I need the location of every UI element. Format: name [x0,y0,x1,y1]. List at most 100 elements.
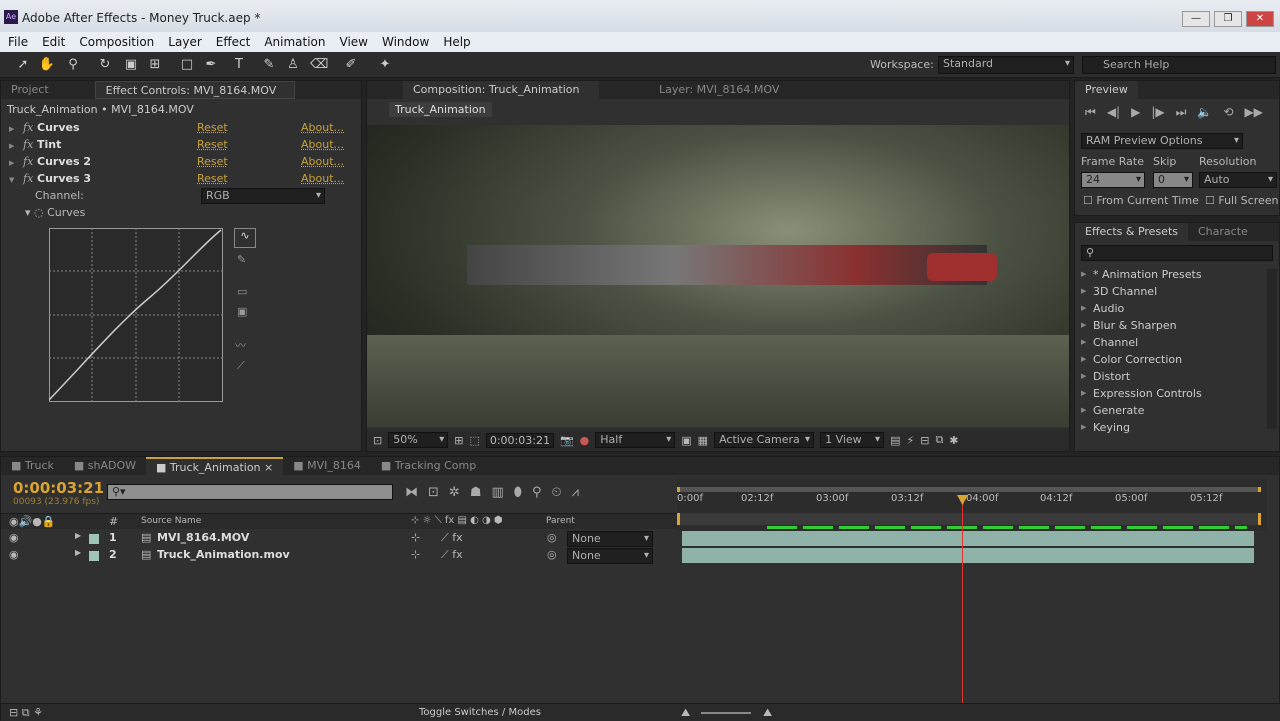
zoom-out-icon[interactable]: ⛰ [681,706,690,720]
restore-button[interactable]: ❐ [1214,11,1242,27]
work-area-bar[interactable] [677,513,1261,525]
effect-curves-3[interactable]: ▼ fx Curves 3 Reset About... [9,172,349,189]
comp-flowchart-toggle-icon[interactable]: ⊟ ⧉ ⚘ [9,706,43,720]
tab-preview[interactable]: Preview [1075,81,1138,99]
timeline-icon[interactable]: ⊟ [920,434,929,447]
parent-select[interactable]: None [567,531,653,547]
from-current-time-checkbox[interactable]: ☐ From Current Time [1083,194,1199,207]
full-screen-checkbox[interactable]: ☐ Full Screen [1205,194,1278,207]
frame-rate-select[interactable]: 24 [1081,172,1145,188]
layer-bar[interactable] [682,531,1254,546]
camera-select[interactable]: Active Camera [714,432,815,448]
composition-viewer[interactable] [367,125,1069,427]
about-link[interactable]: About... [301,121,344,134]
color-channels-icon[interactable]: ● [580,434,590,447]
current-time[interactable]: 0:00:03:21 [13,479,104,497]
col-source-name[interactable]: Source Name [141,516,201,526]
comp-breadcrumb[interactable]: Truck_Animation [389,102,492,117]
resolution-select[interactable]: Half [595,432,676,448]
layer-bar[interactable] [682,548,1254,563]
minimize-button[interactable]: — [1182,11,1210,27]
brainstorm-icon[interactable]: ⚲ [532,485,542,500]
pen-tool-icon[interactable]: ✒ [202,56,220,74]
resolution-select[interactable]: Auto [1199,172,1277,188]
tab-truck[interactable]: ■ Truck [1,457,64,475]
time-ruler[interactable]: 0:00f 02:12f 03:00f 03:12f 04:00f 04:12f 05:00… [677,479,1267,531]
tab-composition[interactable]: Composition: Truck_Animation [403,81,599,99]
live-update-icon[interactable]: ⊡ [428,485,439,500]
audio-icon[interactable]: 🔈 [1197,105,1212,120]
play-icon[interactable]: ▶ [1131,105,1140,120]
ram-preview-icon[interactable]: ▶▶ [1244,105,1262,120]
about-link[interactable]: About... [301,138,344,151]
auto-keyframe-icon[interactable]: ⏲ [551,485,561,500]
composition-mini-flowchart-icon[interactable]: ⧓ [405,485,418,500]
effect-tint[interactable]: ▶ fx Tint Reset About... [9,138,349,155]
stamp-tool-icon[interactable]: ♙ [284,56,302,74]
ram-preview-options-select[interactable]: RAM Preview Options [1081,133,1243,149]
region-icon[interactable]: ⊡ [373,434,382,447]
layer-row[interactable]: ◉ ▶ 1 ▤ MVI_8164.MOV ⊹ ⟋ fx ◎ None [1,531,677,548]
list-item[interactable]: Color Correction [1077,351,1263,368]
tab-tracking-comp[interactable]: ■ Tracking Comp [371,457,486,475]
shy-layers-icon[interactable]: ☗ [470,485,482,500]
list-item[interactable]: 3D Channel [1077,283,1263,300]
tab-truck-animation[interactable]: ■ Truck_Animation × [146,457,284,475]
motion-blur-icon[interactable]: ⬮ [514,485,522,500]
transparency-grid-icon[interactable]: ▦ [698,434,708,447]
prev-frame-icon[interactable]: ◀| [1107,105,1120,120]
snapshot-icon[interactable]: 📷 [560,434,574,447]
scrollbar[interactable] [1267,269,1277,429]
rotate-tool-icon[interactable]: ↻ [96,56,114,74]
effect-curves-2[interactable]: ▶ fx Curves 2 Reset About... [9,155,349,172]
tab-layer[interactable]: Layer: MVI_8164.MOV [649,81,789,99]
camera-tool-icon[interactable]: ▣ [122,56,140,74]
list-item[interactable]: Expression Controls [1077,385,1263,402]
list-item[interactable]: Blur & Sharpen [1077,317,1263,334]
tab-shadow[interactable]: ■ shADOW [64,457,146,475]
menu-animation[interactable]: Animation [264,35,325,49]
menu-help[interactable]: Help [443,35,470,49]
pencil-icon[interactable]: ✎ [237,253,246,266]
skip-select[interactable]: 0 [1153,172,1193,188]
list-item[interactable]: Keying [1077,419,1263,436]
menu-layer[interactable]: Layer [168,35,201,49]
graph-editor-icon[interactable]: ⩘ [572,485,579,500]
flowchart-icon[interactable]: ⧉ [935,433,943,447]
menu-effect[interactable]: Effect [216,35,251,49]
menu-view[interactable]: View [340,35,368,49]
layer-row[interactable]: ◉ ▶ 2 ▤ Truck_Animation.mov ⊹ ⟋ fx ◎ None [1,548,677,565]
next-frame-icon[interactable]: |▶ [1151,105,1164,120]
brush-tool-icon[interactable]: ✎ [260,56,278,74]
curves-graph[interactable] [49,228,223,402]
hand-tool-icon[interactable]: ✋ [38,56,56,74]
frame-blending-icon[interactable]: ▥ [491,485,503,500]
eraser-tool-icon[interactable]: ⌫ [310,56,328,74]
menu-composition[interactable]: Composition [79,35,154,49]
save-icon[interactable]: ▣ [237,305,247,318]
channel-select[interactable]: RGB [201,188,325,204]
smooth-icon[interactable]: 〰 [235,337,246,353]
list-item[interactable]: Generate [1077,402,1263,419]
zoom-in-icon[interactable]: ⛰ [763,706,772,720]
menu-file[interactable]: File [8,35,28,49]
workspace-select[interactable]: Standard [938,56,1074,74]
layer-search-input[interactable]: ⚲▾ [107,484,393,500]
safe-zones-icon[interactable]: ⊞ [454,434,463,447]
zoom-slider[interactable] [701,712,751,714]
zoom-tool-icon[interactable]: ⚲ [64,56,82,74]
list-item[interactable]: * Animation Presets [1077,266,1263,283]
tab-project[interactable]: Project [1,81,59,99]
reset-link[interactable]: Reset [197,138,228,151]
reset-curve-icon[interactable]: ⟋ [237,359,245,373]
draft-3d-icon[interactable]: ✲ [449,485,460,500]
time-navigator[interactable] [677,487,1261,492]
roto-brush-tool-icon[interactable]: ✐ [342,56,360,74]
list-item[interactable]: Distort [1077,368,1263,385]
puppet-tool-icon[interactable]: ✦ [376,56,394,74]
tab-mvi-8164[interactable]: ■ MVI_8164 [283,457,371,475]
current-time-display[interactable]: 0:00:03:21 [485,432,554,448]
list-item[interactable]: Audio [1077,300,1263,317]
first-frame-icon[interactable]: ⏮ [1085,105,1096,120]
about-link[interactable]: About... [301,172,344,185]
